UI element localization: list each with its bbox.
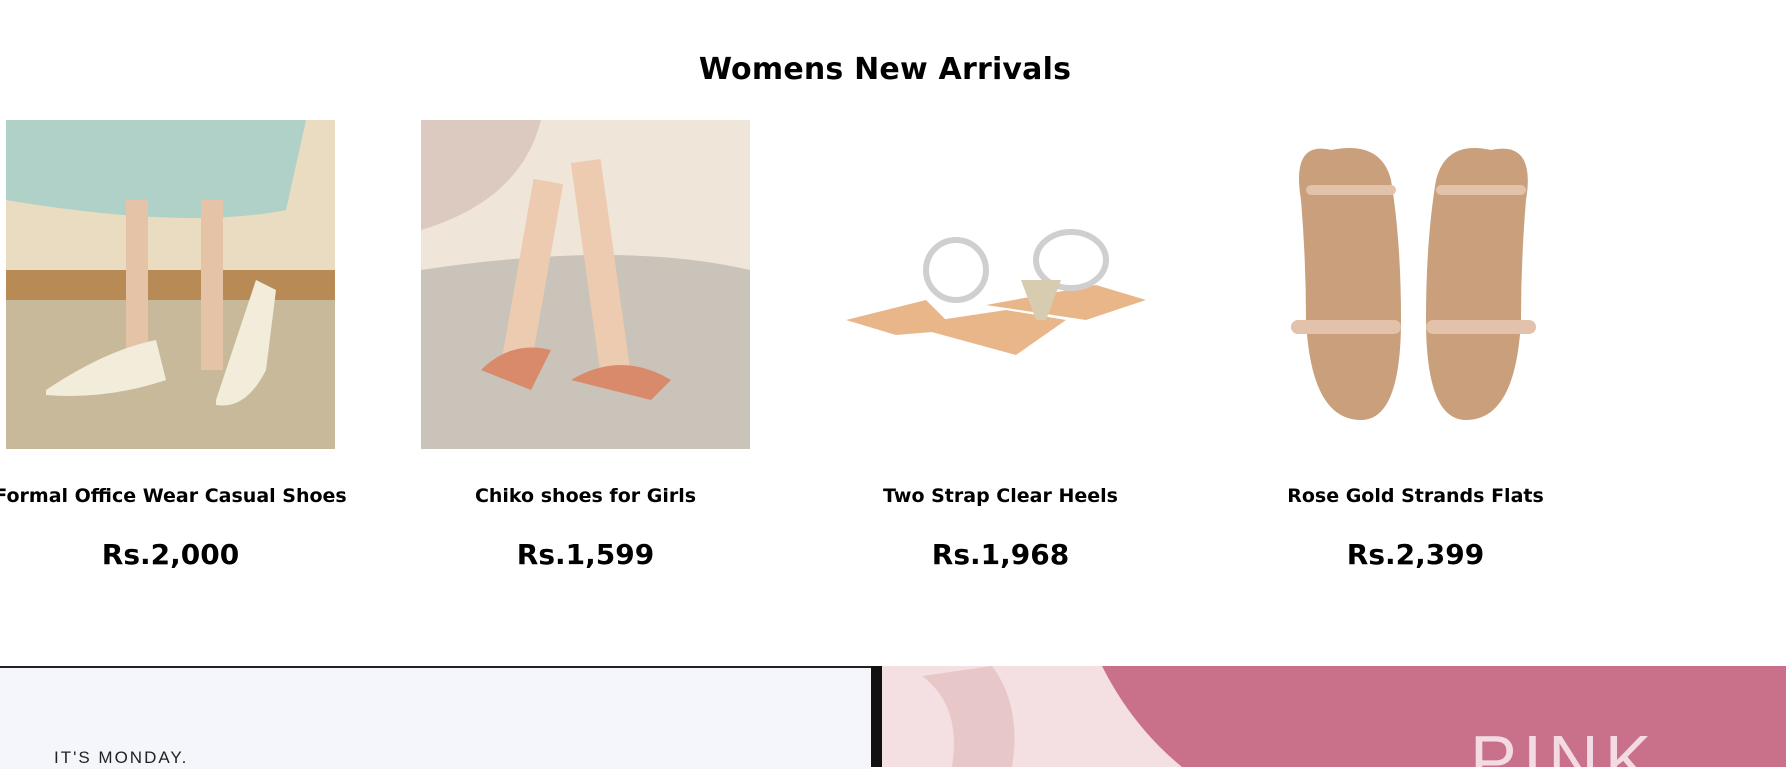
promo-banner-right[interactable]: PINK (882, 666, 1786, 767)
banner-divider (871, 666, 882, 767)
product-card[interactable]: Two Strap Clear Heels Rs.1,968 (836, 120, 1165, 571)
product-card[interactable]: Rose Gold Strands Flats Rs.2,399 (1251, 120, 1580, 571)
product-image[interactable] (836, 120, 1165, 449)
product-price: Rs.1,968 (931, 538, 1070, 571)
product-price: Rs.1,599 (516, 538, 655, 571)
banner-tagline: IT'S MONDAY. (54, 748, 189, 767)
product-name[interactable]: Rose Gold Strands Flats (1231, 485, 1600, 507)
promo-banner-left[interactable]: IT'S MONDAY. (0, 666, 871, 769)
product-name[interactable]: Formal Office Wear Casual Shoes (0, 485, 355, 507)
product-image[interactable] (1251, 120, 1580, 449)
product-card[interactable]: Chiko shoes for Girls Rs.1,599 (421, 120, 750, 571)
product-card[interactable]: Formal Office Wear Casual Shoes Rs.2,000 (0, 120, 347, 571)
product-price: Rs.2,000 (101, 538, 240, 571)
product-image[interactable] (6, 120, 335, 449)
banner-headline: PINK (1470, 721, 1658, 767)
product-name[interactable]: Two Strap Clear Heels (816, 485, 1185, 507)
model-image (882, 666, 1182, 767)
product-image[interactable] (421, 120, 750, 449)
section-title: Womens New Arrivals (698, 52, 1072, 87)
product-name[interactable]: Chiko shoes for Girls (401, 485, 770, 507)
product-price: Rs.2,399 (1346, 538, 1485, 571)
